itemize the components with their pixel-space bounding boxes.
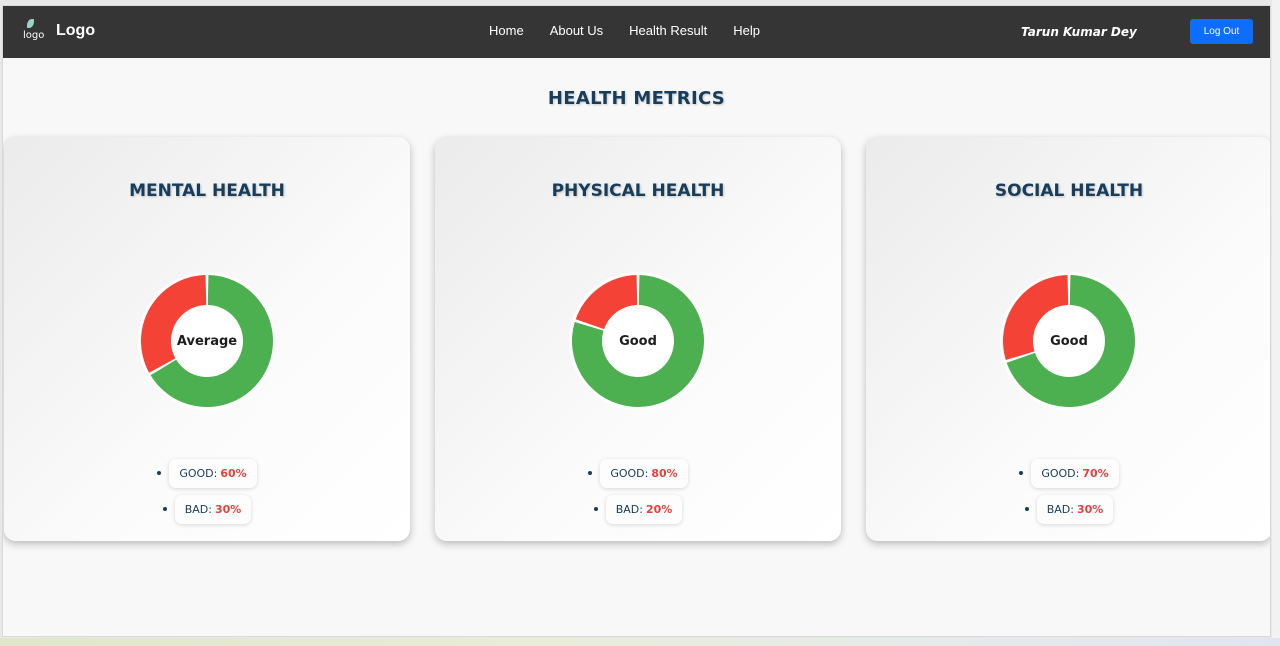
brand[interactable]: logo Logo	[21, 19, 95, 43]
navbar: logo Logo Home About Us Health Result He…	[3, 6, 1270, 58]
taskbar-strip	[0, 638, 1280, 646]
nav-link-health-result[interactable]: Health Result	[629, 23, 707, 38]
physical-health-card: PHYSICAL HEALTH Good GOOD: 80% BAD: 20%	[435, 137, 841, 541]
logout-button[interactable]: Log Out	[1190, 19, 1253, 44]
legend-item-bad: BAD: 20%	[435, 491, 841, 527]
legend: GOOD: 70% BAD: 30%	[866, 455, 1270, 527]
legend-label: BAD:	[615, 502, 643, 516]
legend-pill: GOOD: 80%	[600, 458, 688, 488]
legend-pill: BAD: 30%	[174, 494, 252, 524]
legend-value: 80%	[651, 466, 678, 480]
legend-value: 30%	[1076, 502, 1104, 516]
legend-pill: GOOD: 70%	[1031, 458, 1119, 488]
donut-status-label: Good	[619, 333, 657, 349]
card-title: MENTAL HEALTH	[129, 181, 285, 201]
legend-item-good: GOOD: 70%	[866, 455, 1270, 491]
donut-status-label: Average	[176, 333, 238, 349]
nav-link-about-us[interactable]: About Us	[550, 23, 603, 38]
legend-label: GOOD:	[179, 466, 218, 480]
legend-pill: BAD: 30%	[1036, 494, 1114, 524]
mental-health-card: MENTAL HEALTH Average GOOD: 60% BAD: 30%	[4, 137, 410, 541]
legend-pill: GOOD: 60%	[169, 458, 257, 488]
legend-item-bad: BAD: 30%	[866, 491, 1270, 527]
logo-alt-text: logo	[23, 30, 45, 41]
donut-chart: Good	[568, 271, 708, 411]
leaf-icon	[27, 19, 34, 28]
bullet	[1024, 507, 1029, 511]
page-title: HEALTH METRICS	[547, 88, 726, 109]
legend-value: 70%	[1082, 466, 1109, 480]
legend-value: 20%	[645, 502, 673, 516]
bullet	[162, 507, 167, 511]
donut-status-label: Good	[1050, 333, 1088, 349]
legend-pill: BAD: 20%	[605, 494, 683, 524]
legend-value: 60%	[220, 466, 247, 480]
legend: GOOD: 80% BAD: 20%	[435, 455, 841, 527]
bullet	[588, 471, 593, 475]
nav-link-help[interactable]: Help	[733, 23, 760, 38]
legend-label: GOOD:	[610, 466, 649, 480]
social-health-card: SOCIAL HEALTH Good GOOD: 70% BAD: 30%	[866, 137, 1270, 541]
nav-link-home[interactable]: Home	[489, 23, 524, 38]
legend-item-bad: BAD: 30%	[4, 491, 410, 527]
page: logo Logo Home About Us Health Result He…	[2, 5, 1271, 637]
legend-item-good: GOOD: 60%	[4, 455, 410, 491]
legend: GOOD: 60% BAD: 30%	[4, 455, 410, 527]
donut-chart: Average	[137, 271, 277, 411]
scrollbar[interactable]	[1272, 0, 1280, 638]
user-name: Tarun Kumar Dey	[1021, 25, 1137, 39]
card-title: PHYSICAL HEALTH	[551, 181, 725, 201]
legend-value: 30%	[214, 502, 242, 516]
legend-item-good: GOOD: 80%	[435, 455, 841, 491]
donut-chart: Good	[999, 271, 1139, 411]
logo-icon: logo	[21, 19, 45, 43]
bullet	[1019, 471, 1024, 475]
legend-label: BAD:	[1046, 502, 1074, 516]
bullet	[593, 507, 598, 511]
nav-links: Home About Us Health Result Help	[489, 23, 786, 38]
brand-text: Logo	[56, 22, 96, 39]
legend-label: BAD:	[184, 502, 212, 516]
legend-label: GOOD:	[1041, 466, 1080, 480]
bullet	[157, 471, 162, 475]
card-title: SOCIAL HEALTH	[994, 181, 1144, 201]
